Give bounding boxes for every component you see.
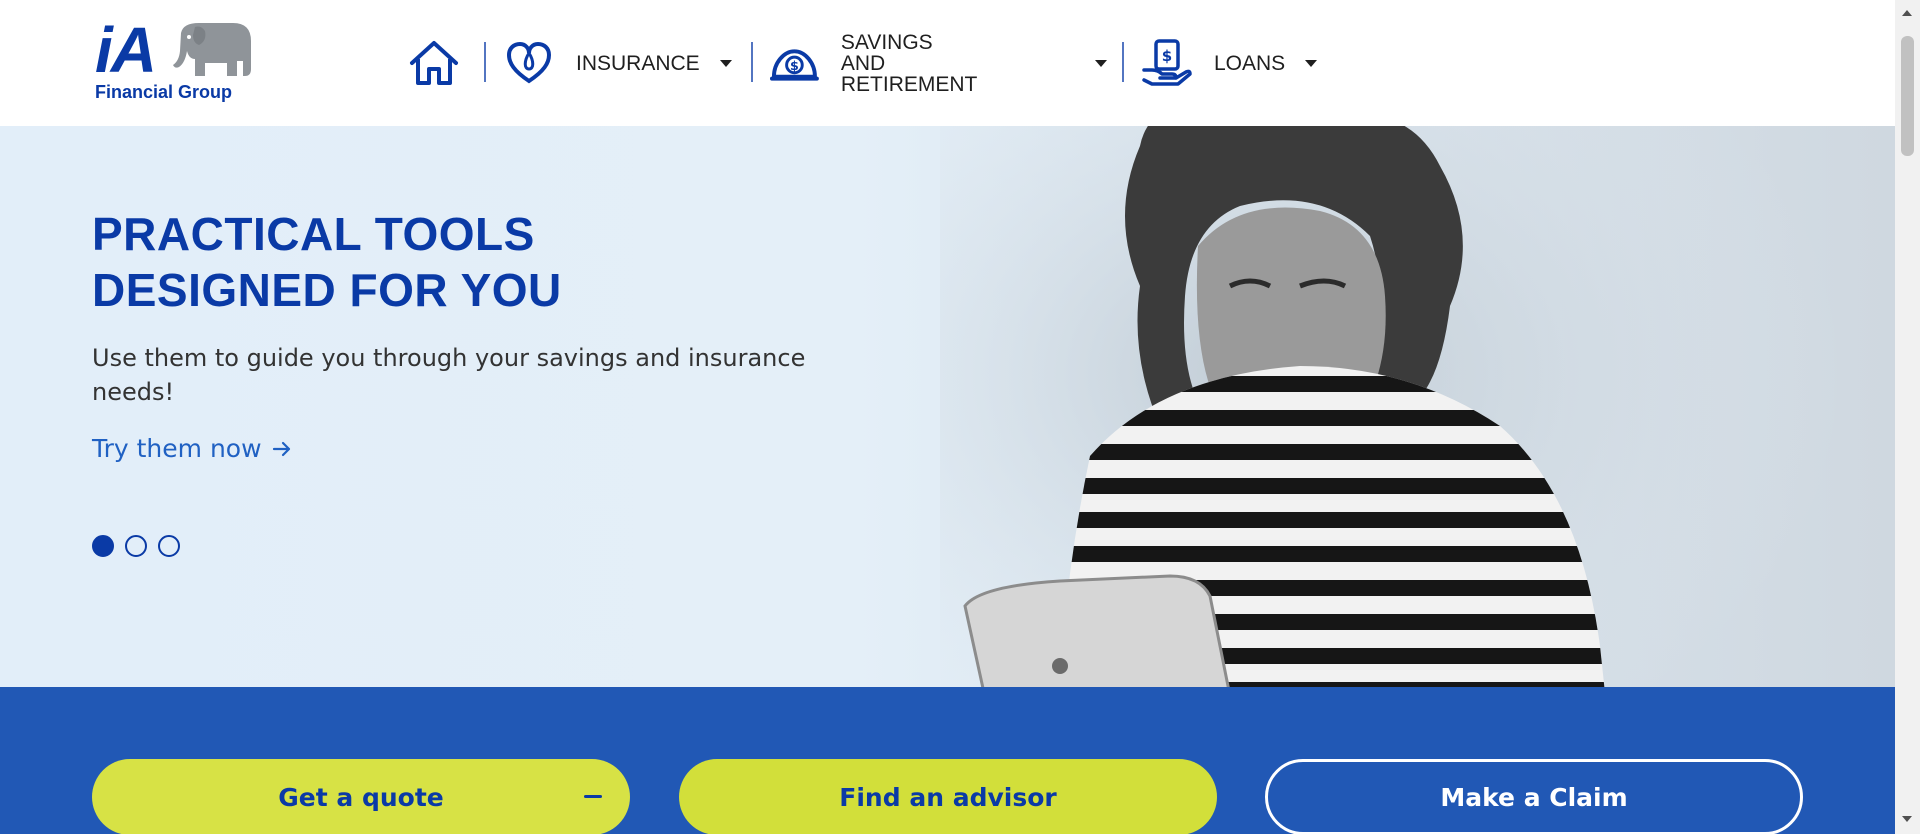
hero-title: PRACTICAL TOOLS DESIGNED FOR YOU [92,206,562,318]
scroll-up-icon[interactable] [1902,10,1912,16]
elephant-icon [173,23,251,76]
logo-wordmark: iA [95,14,157,86]
get-a-quote-label: Get a quote [278,782,444,812]
nav-savings-retirement-label: SAVINGS AND RETIREMENT [841,32,979,95]
nav-divider [751,42,753,82]
home-icon [410,41,458,85]
nav-home[interactable] [408,0,460,126]
hand-dollar-icon: $ [1142,39,1192,86]
logo-group-name: Financial Group [95,82,233,102]
hero-subtitle: Use them to guide you through your savin… [92,344,806,406]
nav-savings-retirement[interactable]: $ SAVINGS AND RETIREMENT [770,0,1107,126]
piggy-coin-icon: $ [770,49,819,81]
carousel-pagination [92,535,180,557]
woman-with-tablet-image [940,126,1895,687]
nav-insurance[interactable]: INSURANCE [506,0,732,126]
scroll-down-icon[interactable] [1902,816,1912,822]
quick-actions-bar: Get a quote Find an advisor Make a Claim [0,687,1895,834]
hero-title-line2: DESIGNED FOR YOU [92,264,562,316]
cta-label: Try them now [92,434,262,463]
page-scrollbar[interactable] [1895,0,1920,834]
carousel-dot-2[interactable] [125,535,147,557]
nav-divider [1122,42,1124,82]
carousel-dot-3[interactable] [158,535,180,557]
scrollbar-thumb[interactable] [1901,36,1914,156]
nav-loans-label: LOANS [1214,51,1286,75]
get-a-quote-button[interactable]: Get a quote [92,759,630,834]
ia-financial-group-logo[interactable]: iA Financial Group [95,18,255,108]
hero-carousel: PRACTICAL TOOLS DESIGNED FOR YOU Use the… [0,126,1895,687]
nav-divider [484,42,486,82]
nav-savings-label-line2: RETIREMENT [840,72,978,96]
carousel-dot-1[interactable] [92,535,114,557]
find-an-advisor-label: Find an advisor [839,782,1057,812]
nav-savings-label-line1: SAVINGS AND [840,30,933,75]
heart-icon [506,41,552,84]
collapse-icon [584,795,602,798]
make-a-claim-button[interactable]: Make a Claim [1265,759,1803,834]
chevron-down-icon [1305,59,1318,67]
try-them-now-link[interactable]: Try them now [92,434,292,463]
hero-title-line1: PRACTICAL TOOLS [92,208,535,260]
nav-insurance-label: INSURANCE [576,51,700,75]
svg-text:$: $ [1162,47,1172,65]
find-an-advisor-button[interactable]: Find an advisor [679,759,1217,834]
arrow-right-icon [272,441,290,456]
nav-loans[interactable]: $ LOANS [1142,0,1318,126]
chevron-down-icon [719,59,732,67]
make-a-claim-label: Make a Claim [1440,782,1628,812]
svg-text:$: $ [790,58,799,73]
site-header: iA Financial Group INSURANCE $ SAVINGS A… [0,0,1895,126]
chevron-down-icon [1094,59,1107,67]
